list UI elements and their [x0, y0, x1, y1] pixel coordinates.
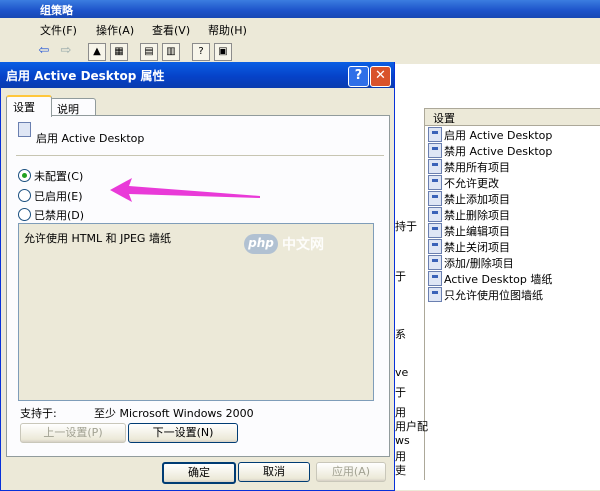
menu-view[interactable]: 查看(V) [152, 22, 190, 38]
ok-button[interactable]: 确定 [162, 462, 236, 484]
properties-icon[interactable]: ▤ [140, 43, 158, 61]
background-title-bar: 组策略 [0, 0, 600, 18]
list-item-label: 只允许使用位图墙纸 [444, 289, 543, 302]
list-item[interactable]: Active Desktop 墙纸 [426, 270, 596, 286]
radio-not-configured-label[interactable]: 未配置(C) [34, 168, 83, 184]
list-item[interactable]: 禁用所有项目 [426, 158, 596, 174]
list-item-label: 禁止添加项目 [444, 193, 510, 206]
policy-icon [18, 122, 31, 137]
menu-file[interactable]: 文件(F) [40, 22, 77, 38]
watermark-logo: php [244, 234, 278, 254]
explain-text: 允许使用 HTML 和 JPEG 墙纸 [24, 232, 171, 245]
list-item-label: 禁止删除项目 [444, 209, 510, 222]
supported-on-label: 支持于: [20, 407, 57, 420]
list-item-label: 禁用 Active Desktop [444, 145, 553, 158]
list-item-label: 禁止编辑项目 [444, 225, 510, 238]
policy-name: 启用 Active Desktop [36, 132, 145, 145]
separator [16, 155, 384, 156]
radio-disabled-label[interactable]: 已禁用(D) [34, 207, 84, 223]
next-setting-button[interactable]: 下一设置(N) [128, 423, 238, 443]
list-item-label: 添加/删除项目 [444, 257, 514, 270]
policy-setting-icon [428, 223, 442, 238]
policy-setting-icon [428, 191, 442, 206]
list-item[interactable]: 启用 Active Desktop [426, 126, 596, 142]
list-item[interactable]: 禁止编辑项目 [426, 222, 596, 238]
forward-arrow-icon[interactable]: ⇨ [58, 43, 74, 59]
tab-settings[interactable]: 设置 [6, 95, 52, 117]
previous-setting-button[interactable]: 上一设置(P) [20, 423, 126, 443]
list-item[interactable]: 禁止关闭项目 [426, 238, 596, 254]
list-item-label: 禁用所有项目 [444, 161, 510, 174]
strip-text: 吏 [395, 464, 406, 477]
list-item[interactable]: 不允许更改 [426, 174, 596, 190]
dialog-title: 启用 Active Desktop 属性 [6, 69, 165, 83]
strip-text: ws [395, 434, 410, 447]
policy-setting-icon [428, 143, 442, 158]
help-button[interactable]: ? [348, 66, 369, 87]
export-list-icon[interactable]: ▥ [162, 43, 180, 61]
policy-setting-icon [428, 175, 442, 190]
watermark: php 中文网 [244, 232, 364, 256]
strip-text: 系 [395, 328, 406, 341]
strip-text: ve [395, 366, 409, 379]
list-item[interactable]: 禁用 Active Desktop [426, 142, 596, 158]
background-window-title: 组策略 [40, 4, 73, 17]
policy-setting-icon [428, 271, 442, 286]
strip-text: 于 [395, 270, 406, 283]
strip-text: 用户配 [395, 420, 428, 433]
list-item-label: Active Desktop 墙纸 [444, 273, 553, 286]
annotation-arrow-icon [110, 178, 260, 202]
list-item-label: 禁止关闭项目 [444, 241, 510, 254]
cancel-button[interactable]: 取消 [238, 462, 310, 482]
strip-text: 持于 [395, 220, 417, 233]
list-item[interactable]: 只允许使用位图墙纸 [426, 286, 596, 302]
menu-bar: 文件(F) 操作(A) 查看(V) 帮助(H) [0, 18, 600, 40]
policy-setting-icon [428, 239, 442, 254]
tab-settings-label: 设置 [13, 101, 35, 114]
radio-disabled[interactable] [18, 208, 31, 221]
policy-setting-icon [428, 127, 442, 142]
list-item-label: 不允许更改 [444, 177, 499, 190]
policy-setting-icon [428, 159, 442, 174]
list-item[interactable]: 禁止添加项目 [426, 190, 596, 206]
up-folder-icon[interactable]: ▲ [88, 43, 106, 61]
show-tree-icon[interactable]: ▦ [110, 43, 128, 61]
list-item[interactable]: 添加/删除项目 [426, 254, 596, 270]
radio-enabled[interactable] [18, 189, 31, 202]
dialog-title-bar[interactable]: 启用 Active Desktop 属性 ? ✕ [0, 62, 394, 88]
watermark-text: 中文网 [282, 237, 324, 253]
apply-button[interactable]: 应用(A) [316, 462, 386, 482]
help-icon[interactable]: ? [192, 43, 210, 61]
list-item-label: 启用 Active Desktop [444, 129, 553, 142]
list-item[interactable]: 禁止删除项目 [426, 206, 596, 222]
menu-help[interactable]: 帮助(H) [208, 22, 247, 38]
policy-setting-icon [428, 287, 442, 302]
close-button[interactable]: ✕ [370, 66, 391, 87]
supported-on-value: 至少 Microsoft Windows 2000 [94, 407, 254, 420]
view-icon[interactable]: ▣ [214, 43, 232, 61]
radio-enabled-label[interactable]: 已启用(E) [34, 188, 83, 204]
policy-setting-icon [428, 255, 442, 270]
menu-action[interactable]: 操作(A) [96, 22, 134, 38]
radio-not-configured[interactable] [18, 169, 31, 182]
back-arrow-icon[interactable]: ⇦ [36, 43, 52, 59]
strip-text: 于 [395, 386, 406, 399]
policy-setting-icon [428, 207, 442, 222]
